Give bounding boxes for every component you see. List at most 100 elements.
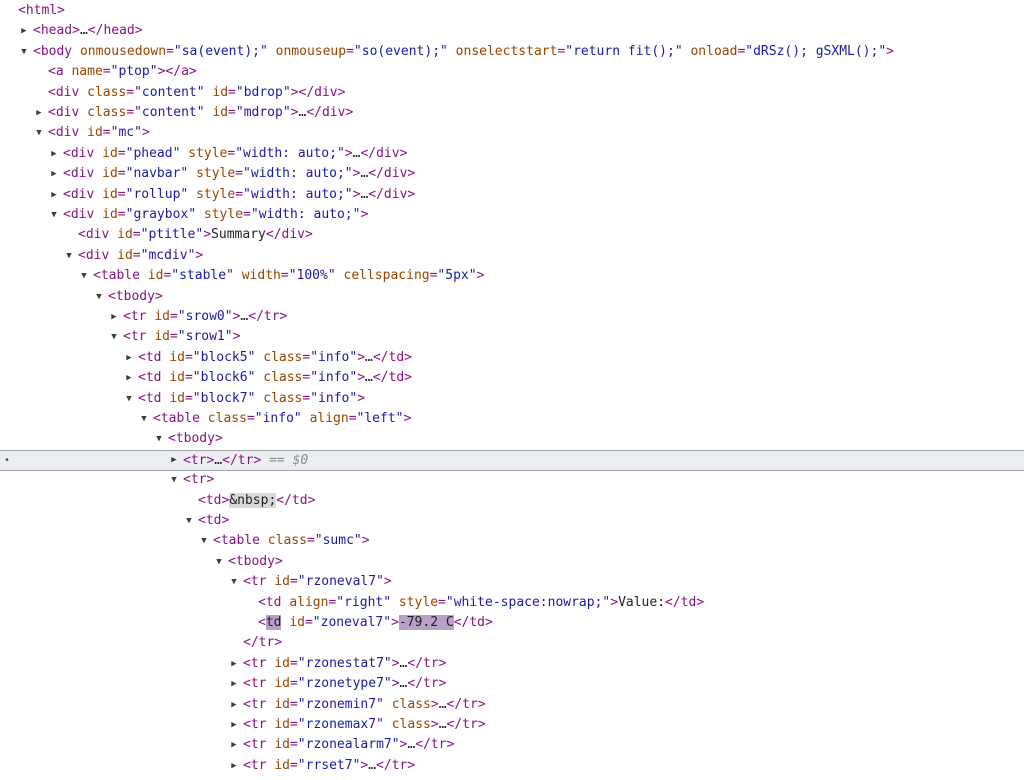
dom-node-row[interactable]: <tr id="srow0">…</tr> bbox=[0, 307, 1024, 327]
token-tag: = bbox=[117, 166, 126, 182]
token-hl: -79.2 C bbox=[398, 615, 454, 630]
expanded-triangle-icon[interactable] bbox=[94, 287, 104, 307]
expanded-triangle-icon[interactable] bbox=[34, 123, 44, 143]
expanded-triangle-icon[interactable] bbox=[19, 42, 29, 62]
dom-node-row[interactable]: <div id="mc"> bbox=[0, 123, 1024, 143]
dom-node-row[interactable]: <head>…</head> bbox=[0, 21, 1024, 41]
expanded-triangle-icon[interactable] bbox=[139, 409, 149, 429]
token-val: "content" bbox=[134, 105, 205, 120]
dom-node-row[interactable]: <div class="content" id="bdrop"></div> bbox=[0, 83, 1024, 103]
collapsed-triangle-icon[interactable] bbox=[49, 144, 59, 164]
dom-node-row[interactable]: <div id="rollup" style="width: auto;">…<… bbox=[0, 185, 1024, 205]
dom-node-row[interactable]: <tr id="rrset7">…</tr> bbox=[0, 756, 1024, 776]
dom-node-row[interactable]: <table id="stable" width="100%" cellspac… bbox=[0, 266, 1024, 286]
token-tag: <tr> bbox=[183, 472, 215, 488]
dom-node-row[interactable]: <tr id="rzonemax7" class>…</tr> bbox=[0, 715, 1024, 735]
dom-node-row[interactable]: <table class="info" align="left"> bbox=[0, 409, 1024, 429]
token-tag: ></a> bbox=[157, 64, 197, 80]
expanded-triangle-icon[interactable] bbox=[214, 552, 224, 572]
dom-node-row[interactable]: <tr> bbox=[0, 470, 1024, 490]
collapsed-triangle-icon[interactable] bbox=[229, 695, 239, 715]
dom-node-row[interactable]: <tr id="srow1"> bbox=[0, 327, 1024, 347]
expanded-triangle-icon[interactable] bbox=[169, 470, 179, 490]
collapsed-triangle-icon[interactable] bbox=[229, 715, 239, 735]
dom-node-row[interactable]: <div class="content" id="mdrop">…</div> bbox=[0, 103, 1024, 123]
expanded-triangle-icon[interactable] bbox=[109, 327, 119, 347]
dom-node-markup: <tbody> bbox=[108, 287, 163, 307]
token-tag: <tbody> bbox=[168, 431, 223, 447]
token-tag: > bbox=[383, 574, 392, 590]
collapsed-triangle-icon[interactable] bbox=[124, 348, 134, 368]
dom-node-markup: <tbody> bbox=[168, 429, 223, 449]
collapsed-triangle-icon[interactable] bbox=[229, 735, 239, 755]
dom-node-row[interactable]: <body onmousedown="sa(event);" onmouseup… bbox=[0, 42, 1024, 62]
collapsed-triangle-icon[interactable] bbox=[34, 103, 44, 123]
dom-node-markup: <td> bbox=[198, 511, 229, 531]
token-tag: = bbox=[289, 574, 298, 590]
token-tag: = bbox=[306, 533, 315, 549]
token-attr: id bbox=[274, 757, 290, 773]
expanded-triangle-icon[interactable] bbox=[199, 531, 209, 551]
collapsed-triangle-icon[interactable] bbox=[49, 185, 59, 205]
dom-node-row[interactable]: </tr> bbox=[0, 633, 1024, 653]
token-tag: <tr bbox=[243, 737, 275, 753]
token-tag: > bbox=[476, 268, 485, 284]
collapsed-triangle-icon[interactable] bbox=[124, 368, 134, 388]
expanded-triangle-icon[interactable] bbox=[229, 572, 239, 592]
token-tag: <tr bbox=[243, 574, 275, 590]
expanded-triangle-icon[interactable] bbox=[124, 389, 134, 409]
token-attr: class bbox=[263, 390, 303, 406]
token-tag: <td bbox=[138, 390, 170, 406]
dom-node-row[interactable]: <tbody> bbox=[0, 429, 1024, 449]
expanded-triangle-icon[interactable] bbox=[64, 246, 74, 266]
dom-node-row[interactable]: <tbody> bbox=[0, 552, 1024, 572]
dom-node-row[interactable]: <div id="phead" style="width: auto;">…</… bbox=[0, 144, 1024, 164]
expanded-triangle-icon[interactable] bbox=[79, 266, 89, 286]
dom-node-row[interactable]: <td id="block6" class="info">…</td> bbox=[0, 368, 1024, 388]
dom-node-row[interactable]: <tr id="rzonestat7">…</tr> bbox=[0, 654, 1024, 674]
expanded-triangle-icon[interactable] bbox=[154, 429, 164, 449]
collapsed-triangle-icon[interactable] bbox=[49, 164, 59, 184]
dom-node-row[interactable]: <td id="block7" class="info"> bbox=[0, 389, 1024, 409]
dom-node-row[interactable]: <tr id="rzonetype7">…</tr> bbox=[0, 674, 1024, 694]
dom-node-markup: <html> bbox=[18, 1, 65, 21]
collapsed-triangle-icon[interactable] bbox=[19, 21, 29, 41]
dom-tree[interactable]: <html><head>…</head><body onmousedown="s… bbox=[0, 0, 1024, 780]
token-tag: > bbox=[360, 207, 369, 222]
dom-node-markup: <tr id="rzoneval7"> bbox=[243, 572, 392, 592]
dom-node-row[interactable]: <td>&nbsp;</td> bbox=[0, 491, 1024, 511]
dom-node-row[interactable]: <table class="sumc"> bbox=[0, 531, 1024, 551]
expanded-triangle-icon[interactable] bbox=[49, 205, 59, 225]
collapsed-triangle-icon[interactable] bbox=[169, 451, 179, 471]
dom-node-row[interactable]: • <tr>…</tr> == $0 bbox=[0, 449, 1024, 471]
token-attr: id bbox=[274, 676, 290, 692]
dom-node-row[interactable]: <div id="mcdiv"> bbox=[0, 246, 1024, 266]
dom-node-row[interactable]: <td align="right" style="white-space:now… bbox=[0, 593, 1024, 613]
dom-node-row[interactable]: <div id="navbar" style="width: auto;">…<… bbox=[0, 164, 1024, 184]
token-attr: class bbox=[87, 84, 127, 100]
expanded-triangle-icon[interactable] bbox=[184, 511, 194, 531]
collapsed-triangle-icon[interactable] bbox=[229, 756, 239, 776]
token-tag: </tr> bbox=[243, 635, 283, 651]
collapsed-triangle-icon[interactable] bbox=[229, 654, 239, 674]
dom-node-row[interactable]: <div id="ptitle">Summary</div> bbox=[0, 225, 1024, 245]
dom-node-row[interactable]: <tr id="rzonemin7" class>…</tr> bbox=[0, 695, 1024, 715]
collapsed-triangle-icon[interactable] bbox=[229, 674, 239, 694]
dom-node-row[interactable]: <div id="graybox" style="width: auto;"> bbox=[0, 205, 1024, 225]
token-tag: <table bbox=[213, 533, 268, 549]
dom-node-row[interactable]: <td id="block5" class="info">…</td> bbox=[0, 348, 1024, 368]
dom-node-row[interactable]: <td id="zoneval7">-79.2 C</td> bbox=[0, 613, 1024, 633]
token-tag: </tr> bbox=[415, 737, 455, 753]
token-tag: = bbox=[289, 717, 298, 732]
dom-node-row[interactable]: <tr id="rzoneval7"> bbox=[0, 572, 1024, 592]
token-val: "info" bbox=[310, 390, 358, 406]
dom-node-row[interactable]: <html> bbox=[0, 1, 1024, 21]
dom-node-row[interactable]: <td> bbox=[0, 511, 1024, 531]
token-tag: = bbox=[126, 84, 135, 100]
collapsed-triangle-icon[interactable] bbox=[109, 307, 119, 327]
dom-node-row[interactable]: <tbody> bbox=[0, 287, 1024, 307]
dom-node-row[interactable]: <tr id="rzonealarm7">…</tr> bbox=[0, 735, 1024, 755]
token-attr: onmousedown bbox=[79, 43, 167, 59]
dom-node-row[interactable]: <a name="ptop"></a> bbox=[0, 62, 1024, 82]
